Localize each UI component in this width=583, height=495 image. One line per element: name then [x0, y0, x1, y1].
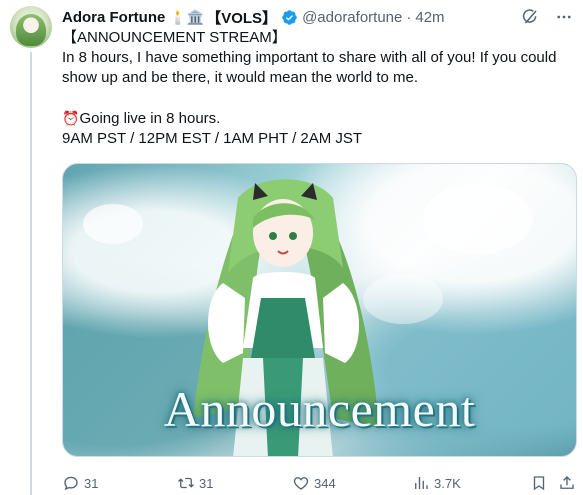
display-name[interactable]: Adora Fortune — [62, 9, 165, 26]
reply-count: 31 — [84, 475, 99, 491]
timestamp[interactable]: 42m — [415, 9, 444, 26]
like-count: 344 — [314, 475, 336, 491]
like-button[interactable]: 344 — [292, 472, 336, 494]
tweet-line-body: In 8 hours, I have something important t… — [62, 49, 557, 86]
reply-button[interactable]: 31 — [62, 472, 98, 494]
handle[interactable]: @adorafortune — [302, 9, 402, 26]
tweet-line-heading: 【ANNOUNCEMENT STREAM】 — [62, 29, 287, 46]
action-bar: 31 31 344 3.7K — [62, 472, 577, 494]
media-title: Announcement — [163, 381, 476, 437]
alarm-clock-emoji: ⏰ — [62, 110, 80, 126]
avatar-image — [16, 14, 46, 46]
bookmark-button[interactable] — [530, 472, 548, 494]
header-actions — [521, 8, 573, 26]
more-icon[interactable] — [555, 8, 573, 26]
tweet-header: Adora Fortune 🕯️🏛️ 【VOLS】 @adorafortune … — [62, 6, 577, 28]
tweet-line-times: 9AM PST / 12PM EST / 1AM PHT / 2AM JST — [62, 130, 363, 147]
avatar[interactable] — [10, 6, 52, 48]
share-icon — [558, 474, 576, 492]
live-text: Going live in 8 hours. — [79, 110, 221, 127]
bookmark-icon — [530, 474, 548, 492]
share-button[interactable] — [558, 472, 576, 494]
tweet-line-live: ⏰Going live in 8 hours. — [62, 108, 577, 129]
name-suffix[interactable]: 【VOLS】 — [206, 7, 277, 28]
name-emojis: 🕯️🏛️ — [169, 8, 205, 25]
view-count: 3.7K — [434, 475, 461, 491]
separator-dot: · — [406, 8, 412, 26]
media-image[interactable]: Announcement — [62, 163, 577, 457]
tweet: Adora Fortune 🕯️🏛️ 【VOLS】 @adorafortune … — [62, 6, 577, 491]
reply-icon — [62, 474, 80, 492]
repost-count: 31 — [199, 475, 214, 491]
heart-icon — [292, 474, 310, 492]
views-icon — [412, 474, 430, 492]
tweet-text: 【ANNOUNCEMENT STREAM】 In 8 hours, I have… — [62, 28, 577, 149]
verified-badge-icon[interactable] — [281, 9, 298, 26]
repost-button[interactable]: 31 — [177, 472, 213, 494]
grok-icon[interactable] — [521, 8, 539, 26]
views-button[interactable]: 3.7K — [412, 472, 461, 494]
thread-line — [30, 52, 32, 495]
repost-icon — [177, 474, 195, 492]
